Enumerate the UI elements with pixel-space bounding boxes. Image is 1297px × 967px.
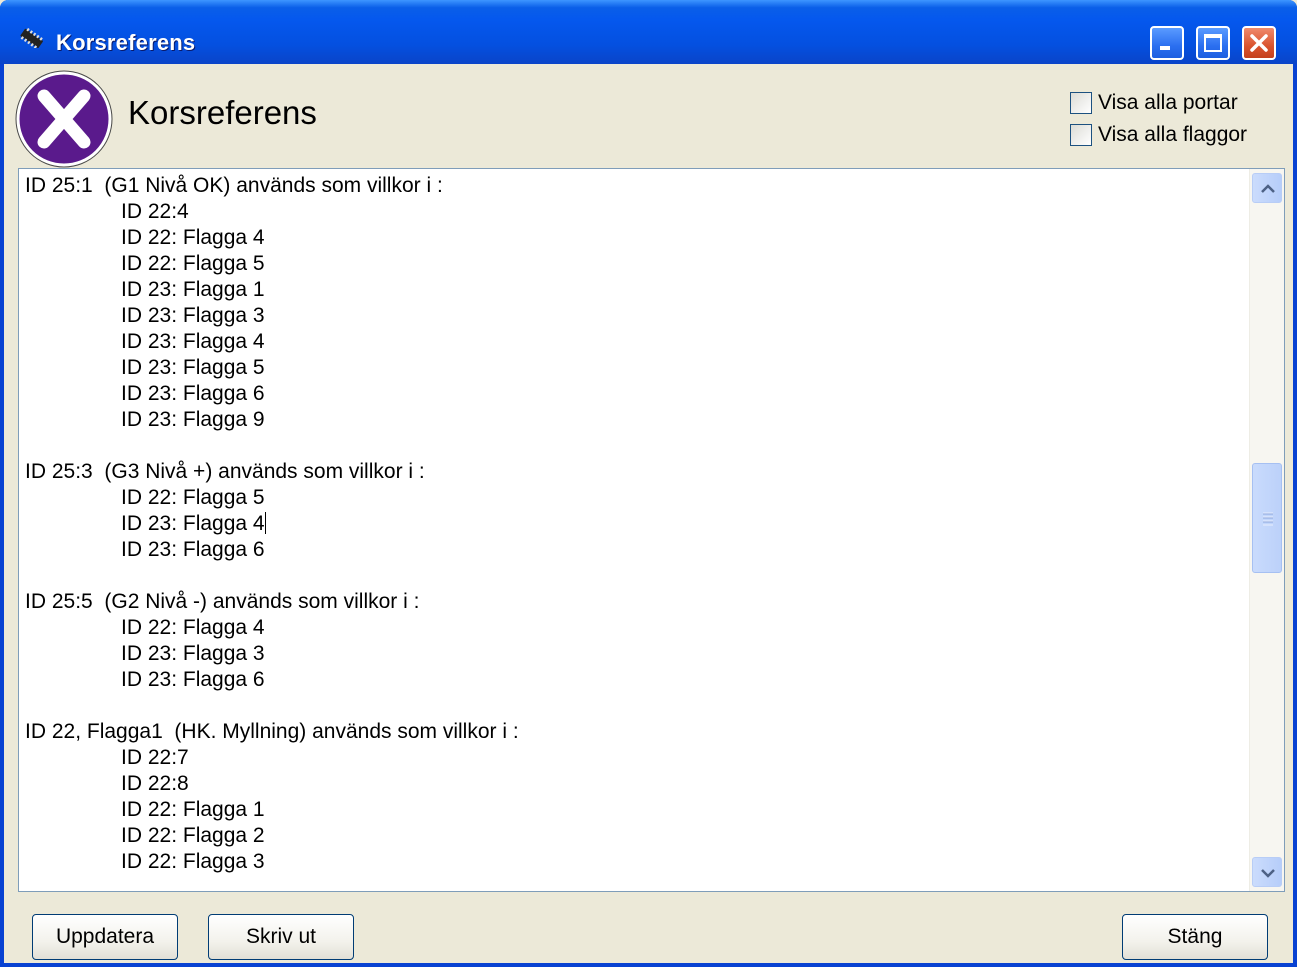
chevron-down-icon bbox=[1261, 869, 1275, 878]
reference-item: ID 22: Flagga 1 bbox=[121, 798, 265, 821]
grip-icon bbox=[1263, 512, 1273, 526]
reference-block: ID 25:1 (G1 Nivå OK) används som villkor… bbox=[25, 173, 1245, 433]
reference-item: ID 22:7 bbox=[121, 746, 189, 769]
checkbox-label: Visa alla flaggor bbox=[1098, 123, 1248, 146]
close-dialog-button[interactable]: Stäng bbox=[1122, 914, 1268, 960]
window: Korsreferens Korsreferens Visa alla port… bbox=[0, 0, 1297, 967]
reference-block: ID 25:3 (G3 Nivå +) används som villkor … bbox=[25, 459, 1245, 563]
reference-item: ID 22: Flagga 4 bbox=[121, 616, 265, 639]
app-icon bbox=[20, 28, 43, 48]
reference-item: ID 23: Flagga 1 bbox=[121, 278, 265, 301]
reference-item: ID 23: Flagga 6 bbox=[121, 668, 265, 691]
reference-heading: ID 22, Flagga1 (HK. Myllning) används so… bbox=[25, 720, 519, 743]
reference-block: ID 25:5 (G2 Nivå -) används som villkor … bbox=[25, 589, 1245, 693]
show-all-flags-checkbox[interactable]: Visa alla flaggor bbox=[1070, 122, 1247, 148]
checkbox-box[interactable] bbox=[1070, 92, 1092, 114]
reference-item: ID 23: Flagga 5 bbox=[121, 356, 265, 379]
text-cursor bbox=[264, 512, 266, 534]
page-title: Korsreferens bbox=[128, 94, 317, 131]
reference-item: ID 23: Flagga 6 bbox=[121, 538, 265, 561]
reference-heading: ID 25:1 (G1 Nivå OK) används som villkor… bbox=[25, 174, 443, 197]
reference-item: ID 22:8 bbox=[121, 772, 189, 795]
checkbox-box[interactable] bbox=[1070, 124, 1092, 146]
cross-reference-text[interactable]: ID 25:1 (G1 Nivå OK) används som villkor… bbox=[18, 168, 1285, 892]
minimize-button[interactable] bbox=[1150, 26, 1184, 60]
minimize-icon bbox=[1160, 46, 1170, 50]
close-icon bbox=[1250, 34, 1268, 52]
reference-item: ID 23: Flagga 6 bbox=[121, 382, 265, 405]
reference-item: ID 23: Flagga 3 bbox=[121, 642, 265, 665]
reference-item: ID 23: Flagga 4 bbox=[121, 330, 265, 353]
dialog-header: Korsreferens Visa alla portar Visa alla … bbox=[4, 64, 1293, 168]
reference-item: ID 22:4 bbox=[121, 200, 189, 223]
title-bar[interactable]: Korsreferens bbox=[0, 0, 1297, 64]
scroll-down-button[interactable] bbox=[1252, 857, 1282, 887]
close-button[interactable] bbox=[1242, 26, 1276, 60]
reference-item: ID 23: Flagga 3 bbox=[121, 304, 265, 327]
scroll-up-button[interactable] bbox=[1252, 173, 1282, 203]
reference-item: ID 23: Flagga 4 bbox=[121, 512, 266, 535]
reference-heading: ID 25:5 (G2 Nivå -) används som villkor … bbox=[25, 590, 420, 613]
scrollbar-thumb[interactable] bbox=[1252, 463, 1282, 573]
show-all-ports-checkbox[interactable]: Visa alla portar bbox=[1070, 90, 1238, 116]
maximize-icon bbox=[1204, 34, 1222, 52]
reference-item: ID 23: Flagga 9 bbox=[121, 408, 265, 431]
checkbox-label: Visa alla portar bbox=[1098, 91, 1238, 114]
reference-item: ID 22: Flagga 2 bbox=[121, 824, 265, 847]
vertical-scrollbar[interactable] bbox=[1249, 169, 1284, 891]
chevron-up-icon bbox=[1261, 184, 1275, 193]
update-button[interactable]: Uppdatera bbox=[32, 914, 178, 960]
reference-item: ID 22: Flagga 4 bbox=[121, 226, 265, 249]
reference-item: ID 22: Flagga 5 bbox=[121, 252, 265, 275]
text-content: ID 25:1 (G1 Nivå OK) används som villkor… bbox=[25, 173, 1245, 891]
window-title: Korsreferens bbox=[56, 30, 196, 55]
reference-item: ID 22: Flagga 5 bbox=[121, 486, 265, 509]
reference-heading: ID 25:3 (G3 Nivå +) används som villkor … bbox=[25, 460, 425, 483]
maximize-button[interactable] bbox=[1196, 26, 1230, 60]
reference-block: ID 22, Flagga1 (HK. Myllning) används so… bbox=[25, 719, 1245, 875]
reference-item: ID 22: Flagga 3 bbox=[121, 850, 265, 873]
print-button[interactable]: Skriv ut bbox=[208, 914, 354, 960]
x-logo-icon bbox=[15, 70, 113, 168]
